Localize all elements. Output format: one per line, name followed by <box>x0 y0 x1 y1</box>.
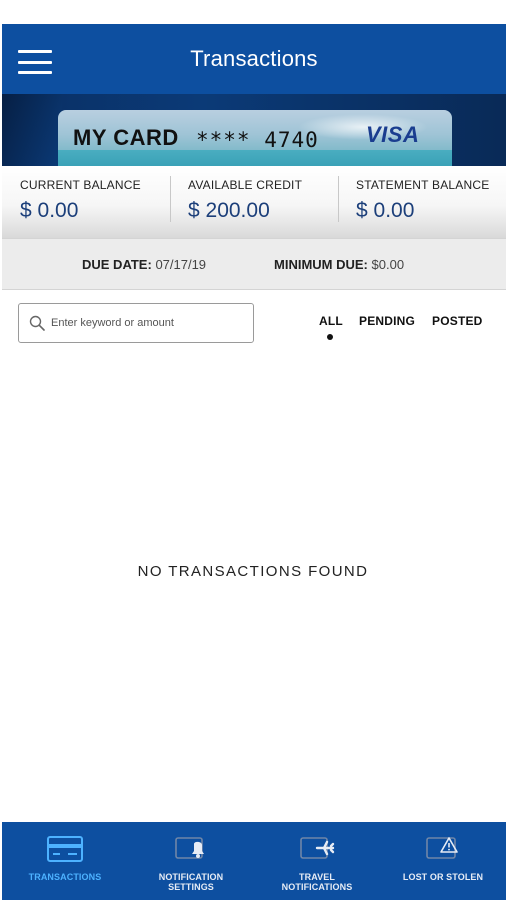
search-box[interactable] <box>18 303 254 343</box>
balance-label: CURRENT BALANCE <box>20 178 141 192</box>
search-icon <box>29 315 45 331</box>
nav-label: TRANSACTIONS <box>28 872 102 882</box>
minimum-due-label: MINIMUM DUE: <box>274 257 368 272</box>
due-date-value: 07/17/19 <box>155 257 207 272</box>
page-title: Transactions <box>190 46 318 71</box>
credit-card-icon <box>46 834 84 864</box>
minimum-due-value: $0.00 <box>371 257 405 272</box>
selected-tab-indicator <box>327 334 333 340</box>
tab-all[interactable]: ALL <box>319 314 343 328</box>
visa-logo: VISA <box>366 122 420 147</box>
balance-value: $ 0.00 <box>20 199 79 222</box>
due-date-label: DUE DATE: <box>82 257 152 272</box>
nav-notification-settings[interactable]: NOTIFICATION SETTINGS <box>128 822 254 900</box>
airplane-card-icon <box>297 834 337 864</box>
balance-label: STATEMENT BALANCE <box>356 178 490 192</box>
search-input[interactable] <box>51 317 251 329</box>
tab-pending[interactable]: PENDING <box>359 314 415 328</box>
balance-value: $ 0.00 <box>356 199 415 222</box>
available-credit: AVAILABLE CREDIT $ 200.00 <box>170 166 338 238</box>
nav-lost-or-stolen[interactable]: LOST OR STOLEN <box>380 822 506 900</box>
balance-label: AVAILABLE CREDIT <box>188 178 303 192</box>
status-bar-area <box>0 0 506 24</box>
bottom-navigation: TRANSACTIONS NOTIFICATION SETTINGS TRAVE… <box>2 822 506 900</box>
nav-label: LOST OR STOLEN <box>402 872 484 882</box>
notification-bell-icon <box>172 834 210 864</box>
nav-label: TRAVEL NOTIFICATIONS <box>281 872 353 892</box>
card-number: **** 4740 <box>196 128 319 152</box>
nav-travel-notifications[interactable]: TRAVEL NOTIFICATIONS <box>254 822 380 900</box>
card-name: MY CARD <box>73 125 179 150</box>
empty-state-message: NO TRANSACTIONS FOUND <box>137 563 369 580</box>
due-date: DUE DATE: 07/17/19 <box>82 257 206 272</box>
warning-card-icon <box>423 834 463 864</box>
current-balance: CURRENT BALANCE $ 0.00 <box>2 166 170 238</box>
minimum-due: MINIMUM DUE: $0.00 <box>274 257 404 272</box>
card-banner: MY CARD **** 4740 VISA <box>2 94 506 166</box>
balance-summary: CURRENT BALANCE $ 0.00 AVAILABLE CREDIT … <box>2 166 506 238</box>
nav-transactions[interactable]: TRANSACTIONS <box>2 822 128 900</box>
tab-posted[interactable]: POSTED <box>432 314 483 328</box>
credit-card-image[interactable]: MY CARD **** 4740 VISA <box>58 110 452 166</box>
balance-value: $ 200.00 <box>188 199 270 222</box>
hamburger-menu-icon[interactable] <box>18 50 52 74</box>
due-info-row: DUE DATE: 07/17/19 MINIMUM DUE: $0.00 <box>2 238 506 290</box>
app-header: Transactions <box>2 24 506 94</box>
nav-label: NOTIFICATION SETTINGS <box>158 872 224 892</box>
statement-balance: STATEMENT BALANCE $ 0.00 <box>338 166 506 238</box>
